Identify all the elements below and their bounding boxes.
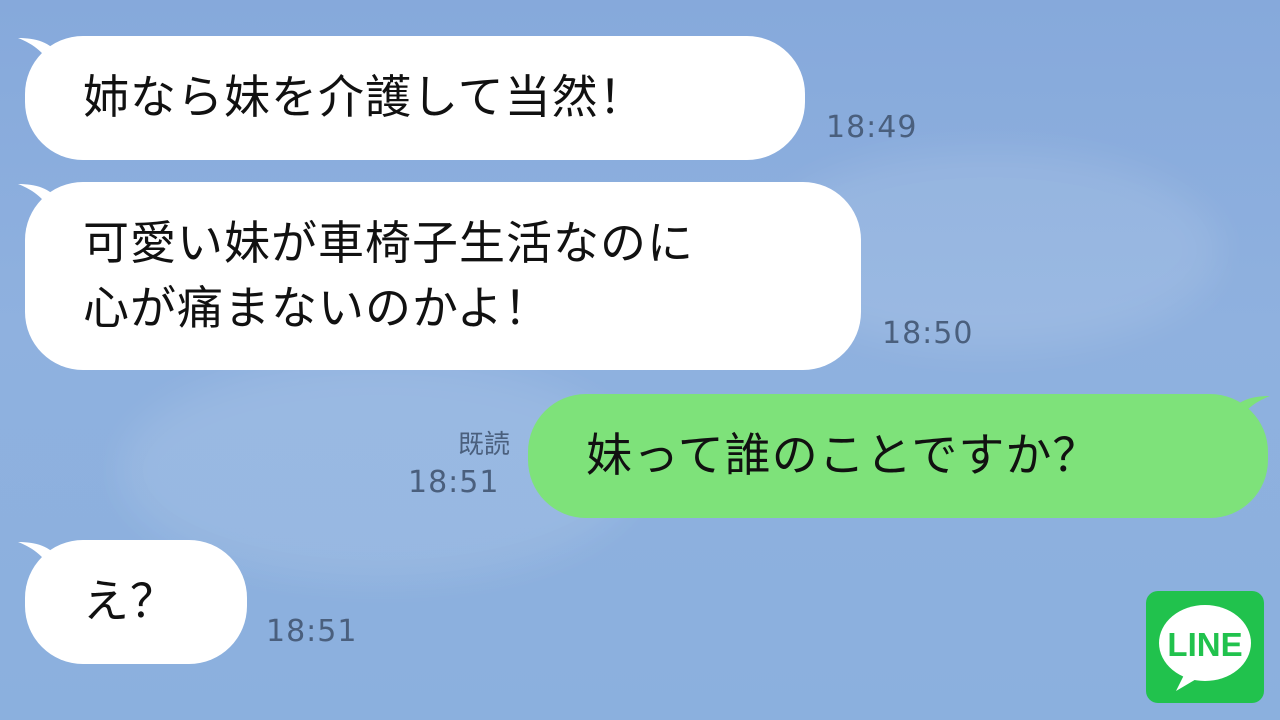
- message-text: 姉なら妹を介護して当然！: [83, 70, 646, 125]
- message-text-line: 心が痛まないのかよ！: [83, 281, 551, 335]
- read-receipt: 既読: [457, 430, 510, 460]
- line-logo-mark: LINE: [1159, 605, 1251, 691]
- message-bubble-outgoing: 妹って誰のことですか？: [528, 394, 1268, 518]
- message-text: 妹って誰のことですか？: [586, 428, 1100, 483]
- message-timestamp: 18:50: [882, 316, 974, 351]
- message-text: え？: [83, 574, 177, 629]
- message-text-line: 可愛い妹が車椅子生活なのに: [83, 215, 694, 270]
- message-timestamp: 18:51: [408, 465, 500, 500]
- message-bubble-incoming: 姉なら妹を介護して当然！: [25, 36, 805, 160]
- message-bubble-incoming: え？: [25, 540, 247, 664]
- line-logo: LINE: [1146, 591, 1264, 703]
- bubble-tail: [1228, 396, 1270, 430]
- message-timestamp: 18:51: [266, 614, 358, 649]
- message-timestamp: 18:49: [826, 110, 918, 145]
- message-bubble-incoming: 可愛い妹が車椅子生活なのに 心が痛まないのかよ！: [25, 182, 861, 370]
- line-logo-text: LINE: [1167, 626, 1242, 663]
